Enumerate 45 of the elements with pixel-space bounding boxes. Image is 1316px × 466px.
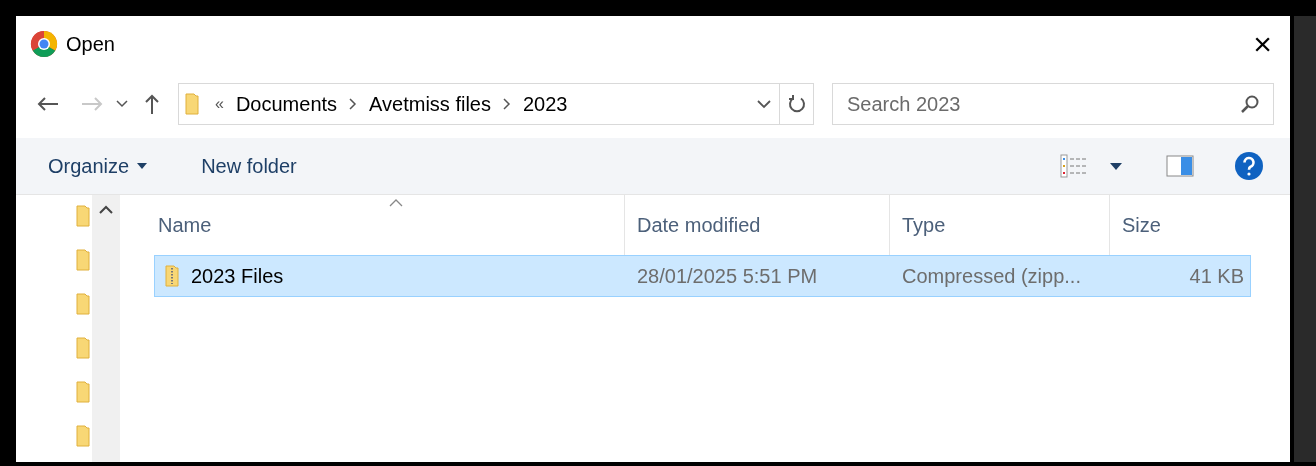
file-row[interactable]: 2023 Files 28/01/2025 5:51 PM Compressed (zipp... 41 KB: [154, 255, 1251, 297]
search-icon: [1240, 94, 1260, 114]
caret-icon: [137, 163, 148, 169]
column-header[interactable]: Name: [154, 195, 624, 255]
folder-icon: [76, 425, 90, 447]
window-title: Open: [66, 32, 115, 57]
sort-ascending-icon: [389, 199, 403, 207]
breadcrumb-item[interactable]: Documents: [235, 89, 338, 119]
scrollbar[interactable]: [92, 195, 120, 462]
close-button[interactable]: ×: [1253, 28, 1272, 60]
date-modified: 28/01/2025 5:51 PM: [636, 264, 819, 289]
organize-button[interactable]: Organize: [48, 151, 148, 181]
chevron-down-icon: [757, 99, 771, 109]
file-type: Compressed (zipp...: [901, 264, 1082, 289]
scroll-up-icon[interactable]: [99, 205, 113, 214]
forward-arrow-icon: [80, 96, 104, 112]
browser-logo-icon: [30, 30, 58, 58]
chevron-down-icon: [116, 100, 128, 108]
folder-icon: [76, 381, 90, 403]
folder-icon: [76, 337, 90, 359]
file-size: 41 KB: [1188, 264, 1245, 289]
preview-pane-button[interactable]: [1166, 155, 1194, 177]
help-button[interactable]: [1234, 151, 1264, 181]
search-field[interactable]: Search 2023: [832, 83, 1274, 125]
folder-icon: [76, 249, 90, 271]
folder-icon: [76, 205, 90, 227]
zip-folder-icon: [165, 265, 179, 287]
details-view-icon: [1060, 154, 1088, 178]
breadcrumb-item[interactable]: Avetmiss files: [369, 89, 491, 119]
chevron-right-icon[interactable]: [502, 98, 511, 110]
caret-icon: [1110, 162, 1122, 170]
file-name: 2023 Files: [191, 264, 284, 289]
new-folder-button[interactable]: New folder: [201, 151, 297, 181]
preview-pane-icon: [1166, 155, 1194, 177]
up-arrow-icon: [144, 93, 160, 115]
overflow-chevron[interactable]: «: [215, 92, 224, 116]
breadcrumb-item[interactable]: 2023: [522, 89, 568, 119]
view-options-button[interactable]: [1060, 154, 1122, 178]
folder-icon: [76, 293, 90, 315]
chevron-right-icon[interactable]: [349, 98, 358, 110]
address-bar[interactable]: « Documents Avetmiss files 2023: [178, 83, 814, 125]
folder-icon: [185, 93, 199, 115]
refresh-icon: [786, 94, 807, 114]
back-arrow-icon: [36, 96, 60, 112]
help-icon: [1234, 151, 1264, 181]
